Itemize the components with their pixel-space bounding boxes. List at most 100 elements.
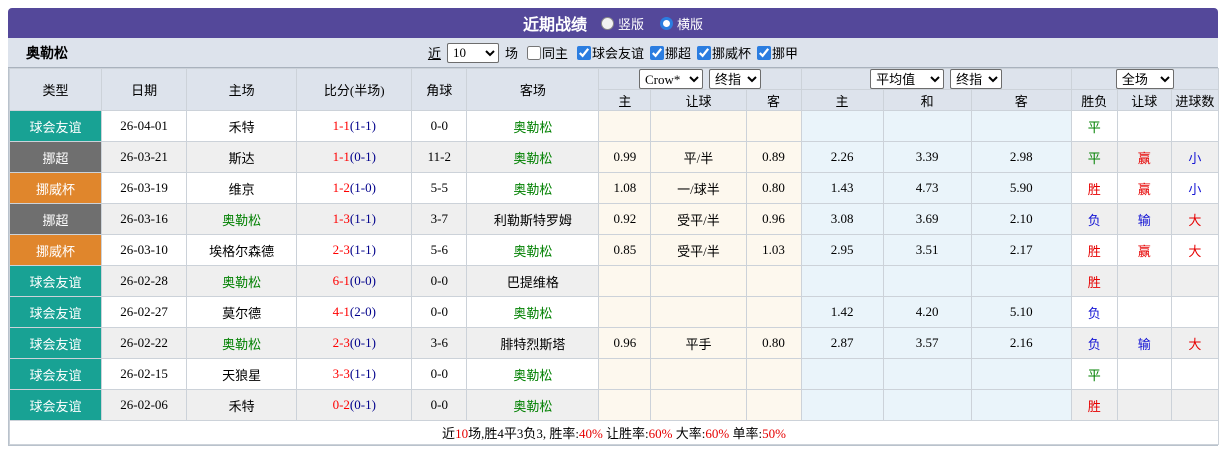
layout-radio-vertical[interactable]: 竖版	[600, 14, 644, 33]
layout-radio-horizontal[interactable]: 横版	[660, 14, 703, 33]
avg-draw: 3.39	[882, 141, 972, 173]
average-select[interactable]: 平均值	[870, 69, 945, 89]
same-home-checkbox[interactable]	[526, 46, 541, 60]
score-cell: 2-3(1-1)	[296, 234, 413, 266]
corner-count: 11-2	[411, 141, 468, 173]
summary-text: 近	[442, 426, 456, 441]
avg-away: 2.98	[970, 141, 1072, 173]
radio-label: 横版	[677, 16, 704, 32]
home-team: 莫尔德	[186, 296, 298, 328]
avg-away: 5.90	[970, 172, 1072, 204]
team-name: 奥勒松	[26, 44, 68, 61]
odds-home: 0.92	[598, 203, 652, 235]
avg-home: 3.08	[800, 203, 884, 235]
home-team: 禾特	[186, 389, 298, 421]
recent-results-widget: 近期战绩 竖版 横版 奥勒松 近 10 场 同主 球会友谊 挪超 挪威杯 挪甲 类型 日…	[8, 8, 1220, 446]
radio-icon[interactable]	[600, 16, 614, 30]
goals-outcome: 大	[1170, 203, 1220, 235]
filter-bar: 奥勒松 近 10 场 同主 球会友谊 挪超 挪威杯 挪甲	[8, 38, 1218, 68]
radio-icon[interactable]	[660, 16, 673, 30]
summary-text: 50%	[762, 426, 786, 441]
avg-away	[970, 110, 1072, 142]
odds-home: 0.99	[598, 141, 652, 173]
goals-outcome: 小	[1170, 172, 1220, 204]
avg-home: 2.87	[800, 327, 884, 359]
goals-outcome: 大	[1170, 327, 1220, 359]
avg-draw: 4.20	[882, 296, 972, 328]
away-team: 利勒斯特罗姆	[466, 203, 600, 235]
league-filter-3-label[interactable]: 挪甲	[772, 46, 798, 61]
fulltime-score: 2-3	[332, 335, 350, 350]
sub-header-odds-handicap: 让球	[650, 89, 747, 111]
score-cell: 2-3(0-1)	[296, 327, 413, 359]
odds-home	[598, 110, 652, 142]
widget-title: 近期战绩	[522, 17, 587, 34]
goals-outcome	[1170, 389, 1220, 421]
odds-handicap: 受平/半	[650, 203, 747, 235]
halftime-score: (2-0)	[349, 304, 376, 319]
corner-count: 3-6	[411, 327, 468, 359]
league-filter-2-checkbox[interactable]	[697, 46, 712, 60]
fulltime-score: 6-1	[332, 273, 350, 288]
avg-draw	[882, 265, 972, 297]
filters: 近 10 场 同主 球会友谊 挪超 挪威杯 挪甲	[428, 42, 798, 63]
league-filter-1-checkbox[interactable]	[650, 46, 664, 60]
handicap-outcome	[1116, 110, 1172, 142]
col-header-home: 主场	[186, 68, 298, 111]
odds-away	[745, 110, 802, 142]
odds-home	[598, 358, 652, 390]
result-outcome: 负	[1070, 327, 1118, 359]
odds-home: 1.08	[598, 172, 652, 204]
league-filter-0-label[interactable]: 球会友谊	[592, 46, 644, 61]
sub-header-avg-draw: 和	[882, 89, 972, 111]
home-team: 奥勒松	[186, 327, 298, 359]
league-type-badge: 挪超	[8, 203, 103, 235]
league-filter-1-label[interactable]: 挪超	[665, 46, 691, 61]
score-cell: 4-1(2-0)	[296, 296, 413, 328]
recent-count-select[interactable]: 10	[446, 42, 499, 63]
odds-away: 0.96	[745, 203, 802, 235]
halftime-score: (0-1)	[349, 397, 376, 412]
away-team: 奥勒松	[466, 110, 600, 142]
avg-home	[800, 358, 884, 390]
handicap-outcome: 赢	[1116, 234, 1172, 266]
halftime-score: (1-1)	[349, 211, 376, 226]
avg-away: 2.16	[970, 327, 1072, 359]
odds-home	[598, 265, 652, 297]
fullmatch-select-group: 全场	[1070, 68, 1220, 90]
away-team: 奥勒松	[466, 358, 600, 390]
fulltime-score: 4-1	[332, 304, 350, 319]
title-bar: 近期战绩 竖版 横版	[8, 8, 1218, 38]
crow-odds-stage-select[interactable]: 终指	[708, 69, 761, 89]
match-date: 26-02-06	[101, 389, 188, 421]
table-row: 球会友谊 26-02-27 莫尔德 4-1(2-0) 0-0 奥勒松 1.42 …	[8, 296, 1220, 328]
fullmatch-select[interactable]: 全场	[1115, 69, 1174, 89]
goals-outcome	[1170, 358, 1220, 390]
table-row: 球会友谊 26-02-28 奥勒松 6-1(0-0) 0-0 巴提维格 胜	[8, 265, 1220, 297]
corner-count: 5-6	[411, 234, 468, 266]
col-header-date: 日期	[101, 68, 188, 111]
score-cell: 6-1(0-0)	[296, 265, 413, 297]
table-row: 球会友谊 26-04-01 禾特 1-1(1-1) 0-0 奥勒松 平	[8, 110, 1220, 142]
odds-handicap	[650, 110, 747, 142]
results-table: 类型 日期 主场 比分(半场) 角球 客场 Crow* 终指 平均值 终指 全场…	[8, 68, 1220, 445]
sub-header-avg-away: 客	[970, 89, 1072, 111]
match-date: 26-03-21	[101, 141, 188, 173]
league-type-badge: 球会友谊	[8, 389, 103, 421]
recent-link[interactable]: 近	[428, 43, 441, 62]
sub-header-avg-home: 主	[800, 89, 884, 111]
avg-odds-stage-select[interactable]: 终指	[950, 69, 1003, 89]
summary-text: 单率:	[729, 426, 763, 441]
same-home-filter: 同主	[521, 43, 568, 62]
layout-radio-group: 竖版 横版	[600, 14, 703, 33]
bookmaker-select[interactable]: Crow*	[638, 69, 703, 89]
same-home-label[interactable]: 同主	[542, 46, 568, 61]
league-filter-2-label[interactable]: 挪威杯	[712, 46, 751, 61]
avg-home	[800, 265, 884, 297]
league-filter-3-checkbox[interactable]	[757, 46, 772, 60]
score-cell: 1-3(1-1)	[296, 203, 413, 235]
avg-away: 5.10	[970, 296, 1072, 328]
league-filter-0-checkbox[interactable]	[576, 46, 591, 60]
odds-home: 0.85	[598, 234, 652, 266]
fulltime-score: 3-3	[332, 366, 350, 381]
